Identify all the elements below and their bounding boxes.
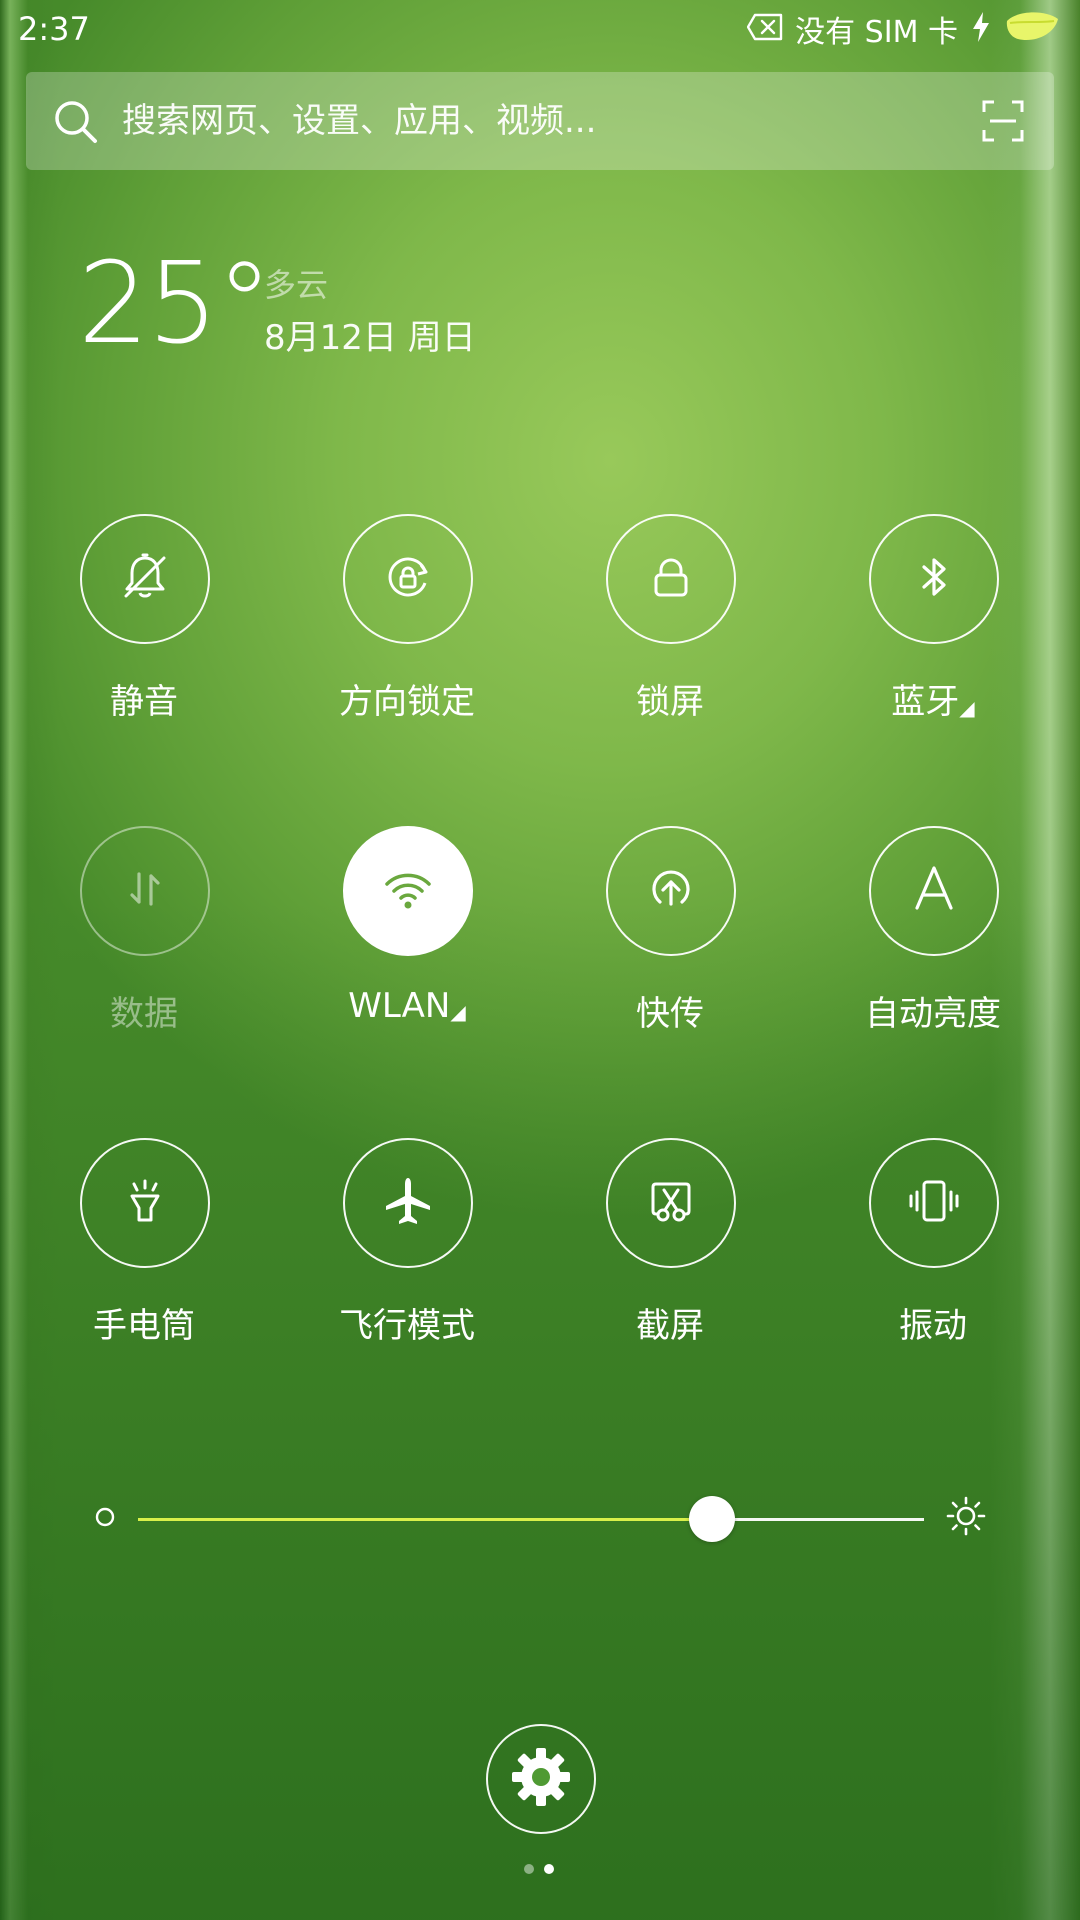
toggle-bluetooth-label: 蓝牙◢ — [813, 674, 1053, 723]
brightness-track[interactable] — [138, 1496, 924, 1542]
toggle-wlan[interactable]: WLAN◢ — [307, 826, 507, 1046]
sim-status-text: 没有 SIM 卡 — [795, 15, 958, 50]
toggle-wlan-button[interactable] — [343, 826, 473, 956]
toggle-quick-transfer-button[interactable] — [606, 826, 736, 956]
rotation-lock-icon — [379, 548, 437, 610]
auto-brightness-icon — [905, 860, 963, 922]
brightness-thumb[interactable] — [688, 1496, 735, 1542]
toggle-auto-brightness[interactable]: 自动亮度 — [833, 826, 1033, 1046]
vibrate-icon — [905, 1172, 963, 1234]
toggle-airplane-mode-label: 飞行模式 — [339, 1306, 475, 1346]
toggle-lock-screen[interactable]: 锁屏 — [570, 514, 770, 734]
brightness-fill — [138, 1518, 712, 1521]
toggle-wlan-text: WLAN — [348, 986, 451, 1026]
flashlight-icon — [116, 1172, 174, 1234]
weather-date: 8月12日 周日 — [264, 318, 476, 358]
toggle-bluetooth[interactable]: 蓝牙◢ — [833, 514, 1033, 734]
search-input[interactable] — [122, 72, 962, 170]
status-bar: 2:37 没有 SIM 卡 — [0, 0, 1080, 58]
brightness-slider[interactable] — [0, 1480, 1080, 1560]
no-sim-icon — [746, 12, 783, 46]
toggle-lock-screen-button[interactable] — [606, 514, 736, 644]
toggle-auto-brightness-label: 自动亮度 — [865, 994, 1001, 1034]
weather-condition: 多云 — [264, 266, 329, 304]
toggle-flashlight-label: 手电筒 — [93, 1306, 195, 1346]
toggle-quick-transfer-label: 快传 — [636, 994, 704, 1034]
gear-icon — [508, 1744, 574, 1814]
settings-button[interactable] — [486, 1724, 596, 1834]
bell-off-icon — [116, 548, 174, 610]
lock-icon — [642, 548, 700, 610]
toggle-screenshot[interactable]: 截屏 — [570, 1138, 770, 1358]
battery-leaf-icon — [1004, 11, 1060, 47]
toggle-flashlight[interactable]: 手电筒 — [44, 1138, 244, 1358]
toggle-wlan-label: WLAN◢ — [287, 986, 527, 1026]
toggle-screenshot-button[interactable] — [606, 1138, 736, 1268]
toggle-vibrate-label: 振动 — [899, 1306, 967, 1346]
toggle-airplane-mode[interactable]: 飞行模式 — [307, 1138, 507, 1358]
toggle-silent[interactable]: 静音 — [44, 514, 244, 734]
page-dot-active — [544, 1864, 554, 1874]
airplane-icon — [379, 1172, 437, 1234]
toggle-flashlight-button[interactable] — [80, 1138, 210, 1268]
toggle-vibrate[interactable]: 振动 — [833, 1138, 1033, 1358]
control-center-screen: 2:37 没有 SIM 卡 搜索网页、设置、应用、视频... 25° 多云 8月… — [0, 0, 1080, 1920]
mobile-data-icon — [116, 860, 174, 922]
screenshot-icon — [642, 1172, 700, 1234]
toggle-airplane-mode-button[interactable] — [343, 1138, 473, 1268]
page-indicator — [520, 1864, 560, 1876]
toggle-mobile-data[interactable]: 数据 — [44, 826, 244, 1046]
toggle-rotation-lock-label: 方向锁定 — [339, 682, 475, 722]
toggle-bluetooth-text: 蓝牙 — [891, 682, 960, 722]
toggle-bluetooth-button[interactable] — [869, 514, 999, 644]
charging-bolt-icon — [970, 11, 992, 47]
quick-transfer-icon — [642, 860, 700, 922]
toggle-mobile-data-label: 数据 — [110, 994, 178, 1034]
wifi-icon — [379, 860, 437, 922]
status-indicators: 没有 SIM 卡 — [746, 8, 1060, 50]
bluetooth-icon — [905, 548, 963, 610]
toggle-rotation-lock-button[interactable] — [343, 514, 473, 644]
page-dot — [524, 1864, 534, 1874]
toggle-mobile-data-button[interactable] — [80, 826, 210, 956]
temperature: 25° — [78, 239, 273, 369]
toggle-vibrate-button[interactable] — [869, 1138, 999, 1268]
submenu-indicator: ◢ — [450, 1000, 466, 1024]
submenu-indicator: ◢ — [959, 696, 975, 720]
search-bar[interactable] — [26, 72, 1054, 170]
toggle-auto-brightness-button[interactable] — [869, 826, 999, 956]
toggle-quick-transfer[interactable]: 快传 — [570, 826, 770, 1046]
toggle-lock-screen-label: 锁屏 — [636, 682, 704, 722]
toggle-screenshot-label: 截屏 — [636, 1306, 704, 1346]
toggle-rotation-lock[interactable]: 方向锁定 — [307, 514, 507, 734]
toggle-silent-button[interactable] — [80, 514, 210, 644]
status-time: 2:37 — [18, 10, 90, 48]
toggle-silent-label: 静音 — [110, 682, 178, 722]
